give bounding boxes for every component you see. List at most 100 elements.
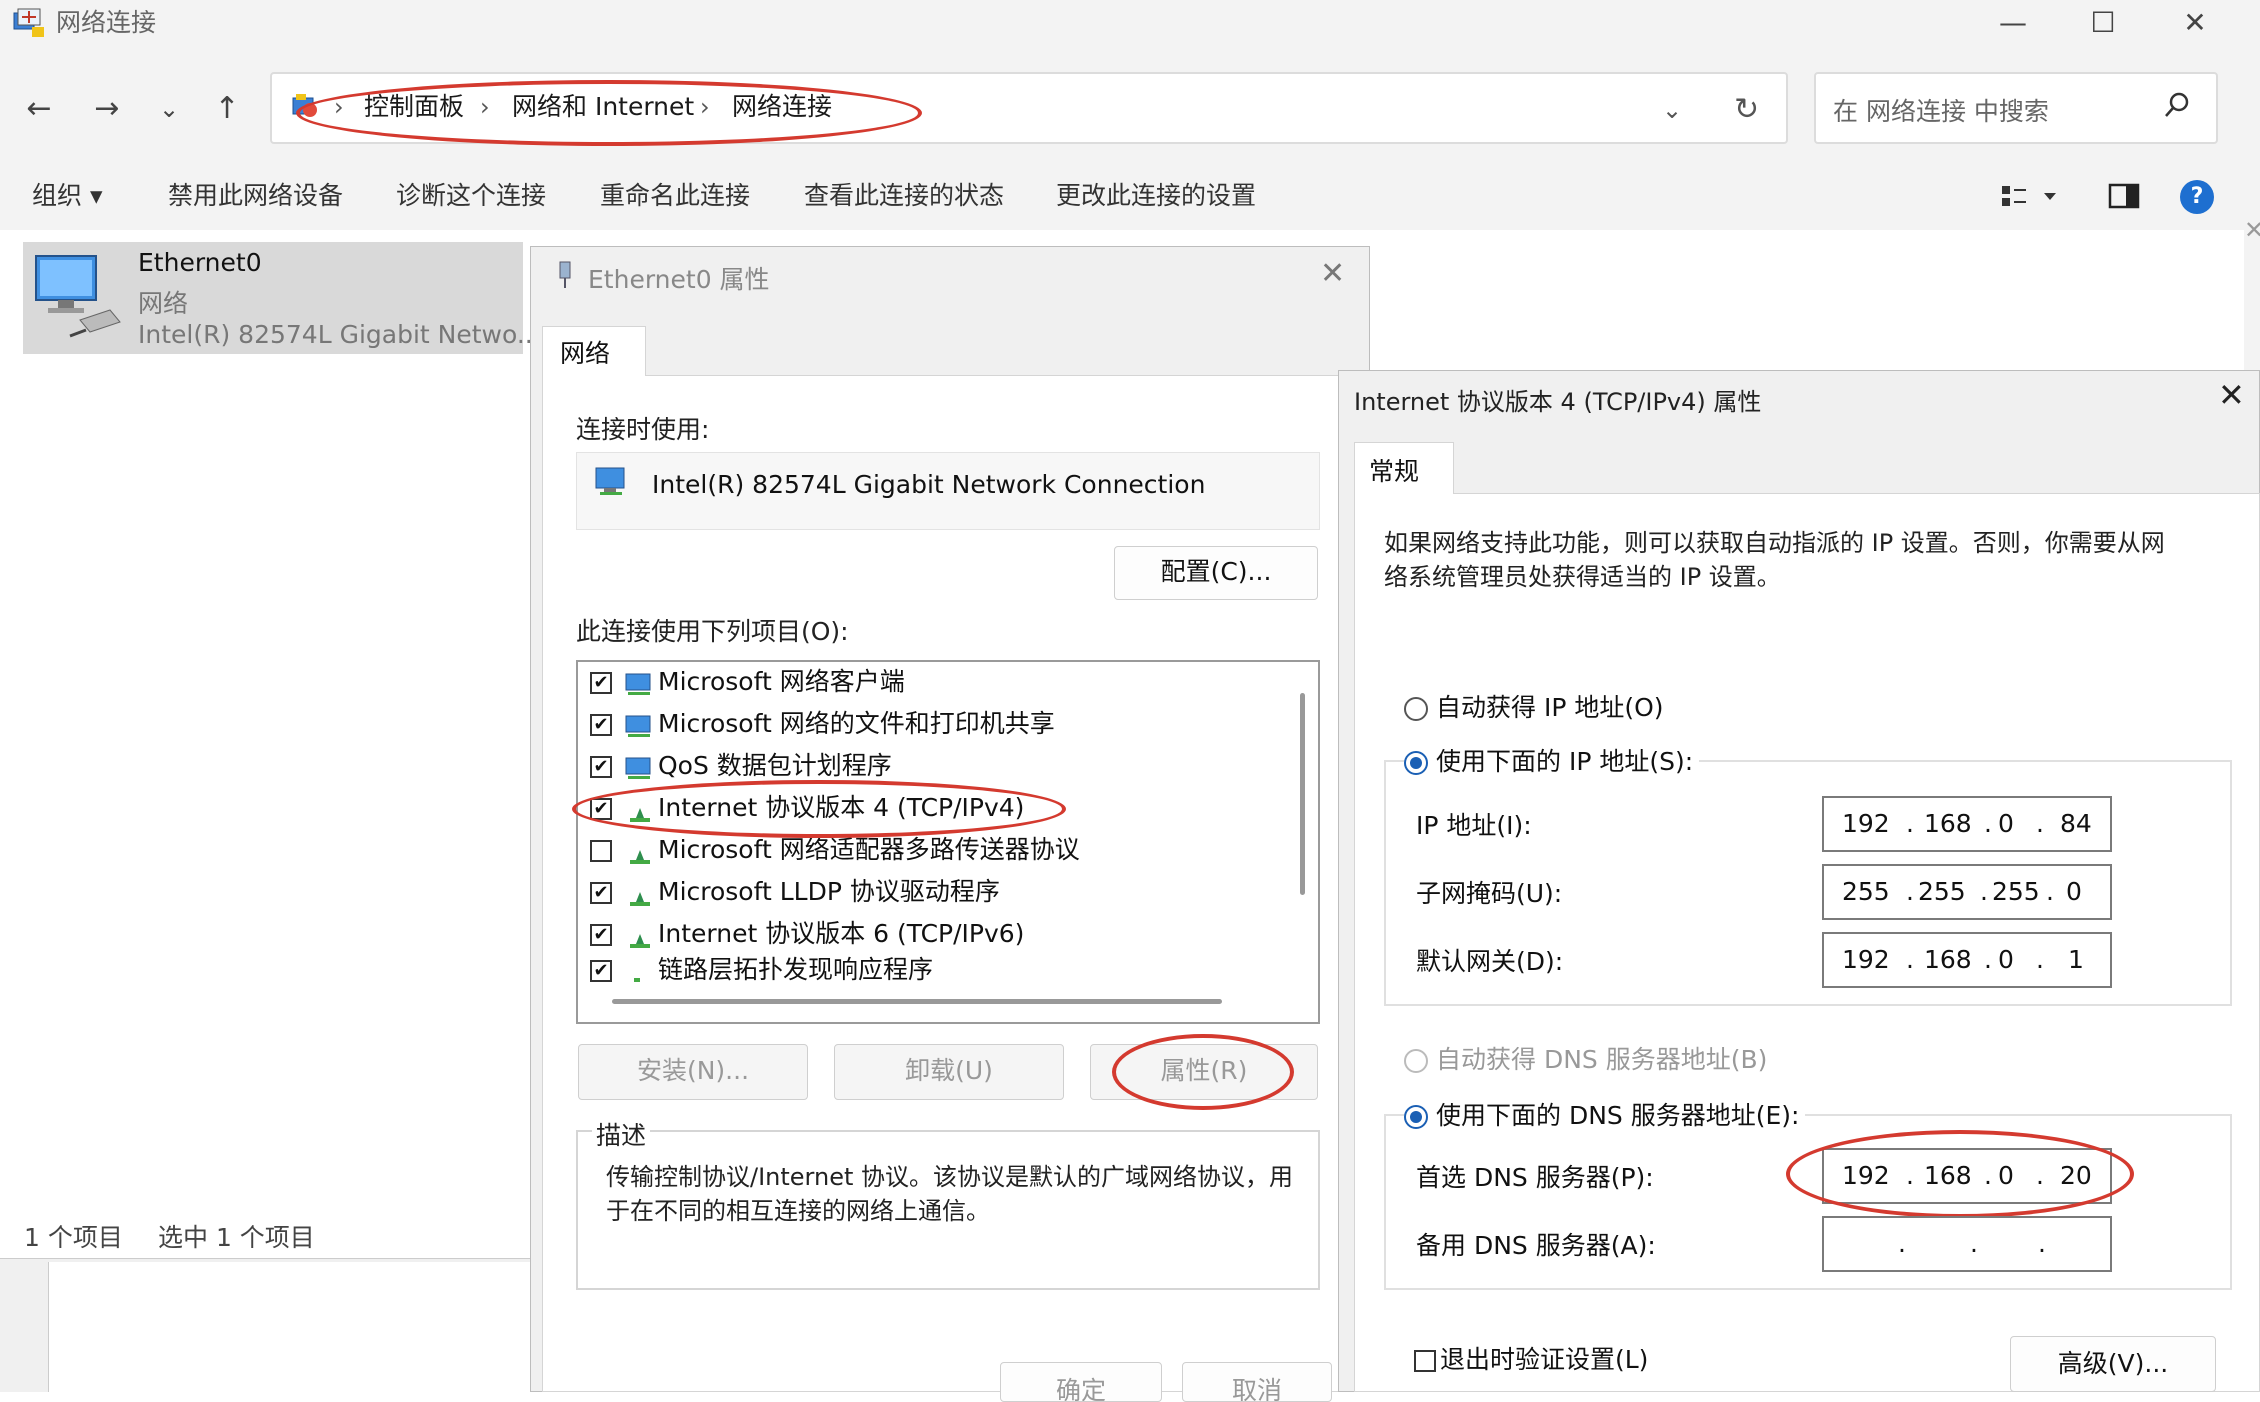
- list-item-label: QoS 数据包计划程序: [658, 751, 892, 780]
- protocol-icon: [624, 922, 654, 948]
- status-selected-count: 选中 1 个项目: [158, 1223, 315, 1252]
- breadcrumb-network-connections[interactable]: 网络连接: [732, 92, 832, 122]
- breadcrumb-control-panel[interactable]: 控制面板: [364, 92, 464, 122]
- ip-address-field[interactable]: 192. 168. 0. 84: [1822, 796, 2112, 852]
- up-icon[interactable]: ↑: [202, 86, 252, 132]
- gateway-field[interactable]: 192. 168. 0. 1: [1822, 932, 2112, 988]
- manual-dns-label: 使用下面的 DNS 服务器地址(E):: [1436, 1101, 1800, 1130]
- title-bar: [0, 0, 2260, 50]
- change-settings-button[interactable]: 更改此连接的设置: [1056, 178, 1256, 214]
- recent-locations-icon[interactable]: ⌄: [144, 86, 194, 132]
- breadcrumb-separator: ›: [334, 93, 344, 121]
- dialog-title: Ethernet0 属性: [588, 265, 770, 294]
- view-status-button[interactable]: 查看此连接的状态: [804, 178, 1004, 214]
- checkbox[interactable]: ✔: [590, 924, 612, 946]
- checkbox[interactable]: [590, 840, 612, 862]
- breadcrumb-network-internet[interactable]: 网络和 Internet: [512, 92, 694, 122]
- checkbox[interactable]: ✔: [590, 714, 612, 736]
- minimize-button[interactable]: —: [1968, 0, 2058, 50]
- preferred-dns-field[interactable]: 192. 168. 0. 20: [1822, 1148, 2112, 1204]
- checkbox[interactable]: ✔: [590, 756, 612, 778]
- validate-checkbox[interactable]: 退出时验证设置(L): [1414, 1340, 1648, 1376]
- back-icon[interactable]: ←: [14, 86, 64, 132]
- checkbox[interactable]: ✔: [590, 798, 612, 820]
- list-item[interactable]: ✔ Microsoft 网络的文件和打印机共享: [590, 704, 1055, 744]
- item-name: Ethernet0: [138, 248, 262, 277]
- radio-button[interactable]: [1404, 697, 1428, 721]
- ip-label: IP 地址(I):: [1416, 811, 1532, 840]
- manual-ip-label: 使用下面的 IP 地址(S):: [1436, 747, 1694, 776]
- checkbox[interactable]: ✔: [590, 672, 612, 694]
- close-button[interactable]: ✕: [2150, 0, 2240, 50]
- list-item-label: Internet 协议版本 4 (TCP/IPv4): [658, 793, 1025, 822]
- diagnose-button[interactable]: 诊断这个连接: [396, 178, 546, 214]
- radio-button-disabled: [1404, 1049, 1428, 1073]
- alternate-dns-label: 备用 DNS 服务器(A):: [1416, 1231, 1656, 1260]
- install-button[interactable]: 安装(N)...: [578, 1044, 808, 1100]
- organize-menu[interactable]: 组织 ▾: [32, 178, 103, 214]
- cancel-button[interactable]: 取消: [1182, 1362, 1332, 1402]
- search-icon[interactable]: [2162, 90, 2192, 120]
- dialog-title: Internet 协议版本 4 (TCP/IPv4) 属性: [1354, 388, 1762, 416]
- radio-button-selected[interactable]: [1404, 751, 1428, 775]
- info-text: 如果网络支持此功能，则可以获取自动指派的 IP 设置。否则，你需要从网络系统管理…: [1384, 529, 2165, 591]
- protocol-icon: [624, 796, 654, 822]
- address-bar[interactable]: [270, 72, 1788, 144]
- radio-button-selected[interactable]: [1404, 1105, 1428, 1129]
- status-item-count: 1 个项目: [24, 1223, 123, 1252]
- properties-button[interactable]: 属性(R): [1090, 1044, 1318, 1100]
- ethernet-adapter-icon: [30, 250, 130, 346]
- list-item-label: Microsoft LLDP 协议驱动程序: [658, 877, 1000, 906]
- breadcrumb-separator: ›: [480, 93, 490, 121]
- auto-ip-radio[interactable]: 自动获得 IP 地址(O): [1404, 688, 1664, 724]
- subnet-mask-field[interactable]: 255. 255. 255. 0: [1822, 864, 2112, 920]
- background-window: [48, 1262, 530, 1392]
- checkbox[interactable]: ✔: [590, 882, 612, 904]
- configure-button[interactable]: 配置(C)...: [1114, 546, 1318, 600]
- manual-dns-radio[interactable]: 使用下面的 DNS 服务器地址(E):: [1404, 1096, 1806, 1132]
- list-item-ipv4[interactable]: ✔ Internet 协议版本 4 (TCP/IPv4): [590, 788, 1024, 828]
- list-scrollbar[interactable]: [1300, 693, 1305, 895]
- list-item[interactable]: ✔ Microsoft 网络客户端: [590, 662, 905, 702]
- preview-pane-icon[interactable]: [2108, 182, 2140, 210]
- window-title: 网络连接: [56, 8, 157, 37]
- item-adapter: Intel(R) 82574L Gigabit Netwo...: [138, 320, 541, 349]
- refresh-icon[interactable]: ↻: [1734, 92, 1759, 127]
- close-icon[interactable]: ✕: [2218, 376, 2245, 414]
- list-item[interactable]: ✔ QoS 数据包计划程序: [590, 746, 892, 786]
- manual-ip-radio[interactable]: 使用下面的 IP 地址(S):: [1404, 742, 1700, 778]
- network-client-icon: [624, 670, 654, 696]
- disable-device-button[interactable]: 禁用此网络设备: [168, 178, 343, 214]
- list-item[interactable]: Microsoft 网络适配器多路传送器协议: [590, 830, 1080, 870]
- item-type: 网络: [138, 289, 189, 318]
- validate-label: 退出时验证设置(L): [1440, 1345, 1649, 1374]
- list-item[interactable]: ✔ Microsoft LLDP 协议驱动程序: [590, 872, 1000, 912]
- maximize-button[interactable]: ☐: [2058, 0, 2148, 50]
- advanced-button[interactable]: 高级(V)...: [2010, 1336, 2216, 1392]
- ok-button[interactable]: 确定: [1000, 1362, 1162, 1402]
- alternate-dns-field[interactable]: ...: [1822, 1216, 2112, 1272]
- network-plug-icon: [552, 260, 578, 290]
- protocol-icon: [624, 880, 654, 906]
- close-icon[interactable]: ✕: [1320, 256, 1345, 291]
- network-connections-icon: [12, 7, 48, 41]
- list-horizontal-scrollbar[interactable]: [612, 999, 1222, 1004]
- rename-button[interactable]: 重命名此连接: [600, 178, 750, 214]
- checkbox[interactable]: ✔: [590, 960, 612, 982]
- auto-dns-radio: 自动获得 DNS 服务器地址(B): [1404, 1040, 1767, 1076]
- uninstall-button[interactable]: 卸载(U): [834, 1044, 1064, 1100]
- view-options-icon[interactable]: [2000, 182, 2060, 212]
- help-icon[interactable]: ?: [2180, 180, 2214, 214]
- list-item-label: Microsoft 网络客户端: [658, 667, 905, 696]
- protocol-icon: [624, 958, 654, 984]
- list-item[interactable]: ✔ Internet 协议版本 6 (TCP/IPv6): [590, 914, 1024, 954]
- forward-icon[interactable]: →: [82, 86, 132, 132]
- list-item-label: Microsoft 网络适配器多路传送器协议: [658, 835, 1080, 864]
- list-item-label: Internet 协议版本 6 (TCP/IPv6): [658, 919, 1025, 948]
- breadcrumb-separator: ›: [700, 93, 710, 121]
- list-item-label: 链路层拓扑发现响应程序: [658, 955, 934, 984]
- chevron-down-icon[interactable]: ⌄: [1662, 96, 1682, 124]
- tab-general-label: 常规: [1369, 457, 1420, 486]
- list-item[interactable]: ✔ 链路层拓扑发现响应程序: [590, 954, 933, 986]
- checkbox[interactable]: [1414, 1350, 1436, 1372]
